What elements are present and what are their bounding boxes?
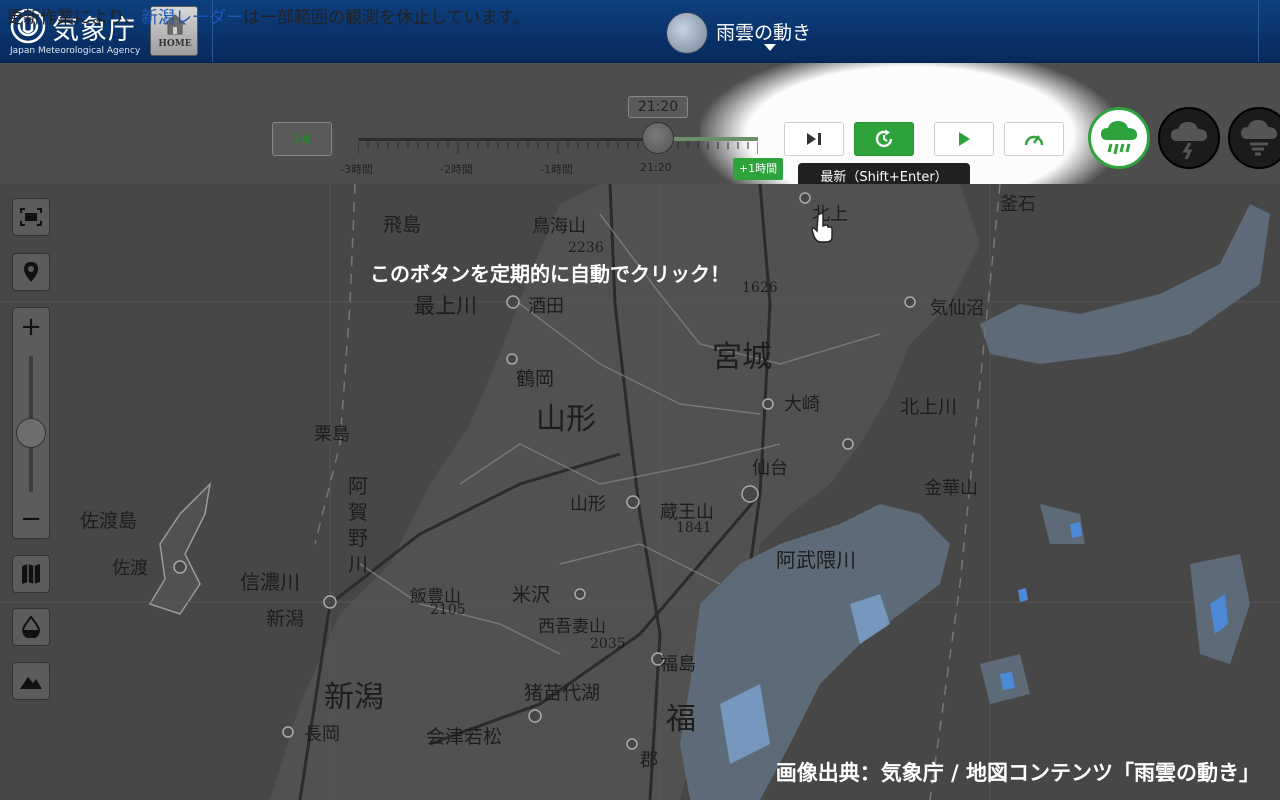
map-label: 山形	[570, 494, 606, 515]
page-title[interactable]: 雨雲の動き	[716, 18, 811, 45]
current-time-badge: 21:20	[628, 96, 688, 118]
tornado-mode-button[interactable]	[1228, 107, 1280, 169]
map-label: 猪苗代湖	[524, 682, 601, 704]
rain-cloud-icon	[1101, 121, 1137, 155]
map-label: 佐渡島	[80, 510, 138, 532]
skip-back-icon	[295, 133, 309, 145]
pointing-hand-icon	[811, 212, 833, 243]
map-label: 山形	[536, 402, 596, 437]
map-label: 阿武隈川	[776, 548, 856, 572]
tornado-cloud-icon	[1241, 120, 1277, 156]
water-layer-button[interactable]	[12, 608, 50, 646]
terrain-layer-button[interactable]	[12, 662, 50, 700]
fullscreen-button[interactable]	[12, 198, 50, 236]
map-label: 北上川	[900, 396, 958, 418]
rewind-to-start-button[interactable]	[272, 122, 332, 156]
map-label: 栗島	[314, 424, 350, 445]
image-credit: 画像出典：気象庁 / 地図コンテンツ「雨雲の動き」	[775, 760, 1260, 785]
rain-cloud-mode-button[interactable]	[1088, 107, 1150, 169]
fullscreen-icon	[20, 208, 42, 226]
niigata-radar-link[interactable]: 新潟レーダー	[141, 8, 243, 28]
map-label: 会津若松	[426, 726, 503, 748]
map-label: 宮城	[712, 340, 772, 375]
tick-label: -1時間	[540, 163, 573, 176]
location-pin-icon	[24, 262, 38, 282]
play-button[interactable]	[934, 122, 994, 156]
time-slider-ticks	[358, 142, 758, 154]
logo-subtitle: Japan Meteorological Agency	[10, 46, 141, 56]
map-label: 大崎	[784, 394, 820, 415]
map-label: 1626	[742, 280, 778, 296]
map-label: 2236	[568, 240, 604, 256]
latest-button[interactable]	[854, 122, 914, 156]
tick-label: -3時間	[340, 163, 373, 176]
notice-before: 更新作業により、	[6, 8, 141, 28]
thunder-cloud-icon	[1171, 122, 1207, 160]
map-label: 鶴岡	[516, 368, 555, 390]
speed-button[interactable]	[1004, 122, 1064, 156]
speedometer-icon	[1024, 135, 1044, 146]
map-label: 新潟	[324, 680, 384, 715]
map-label: 西吾妻山	[538, 617, 606, 637]
skip-forward-button[interactable]	[784, 122, 844, 156]
thunder-mode-button[interactable]	[1158, 107, 1220, 169]
notice-after: は一部範囲の観測を休止しています。	[242, 8, 530, 28]
forecast-plus-one-hour[interactable]: +1時間	[733, 158, 783, 180]
play-icon	[959, 132, 970, 146]
map-icon	[22, 564, 40, 584]
zoom-slider-thumb[interactable]	[16, 418, 46, 448]
map-type-button[interactable]	[12, 555, 50, 593]
notice-text: 更新作業により、新潟レーダーは一部範囲の観測を休止しています。	[6, 3, 530, 28]
tick-label: 21:20	[640, 161, 672, 174]
map-label: 1841	[676, 520, 712, 536]
chevron-down-icon[interactable]	[764, 44, 776, 51]
zoom-control: + −	[12, 307, 50, 539]
home-label: HOME	[158, 39, 192, 49]
skip-forward-icon	[807, 133, 821, 145]
zoom-out-button[interactable]: −	[13, 502, 49, 540]
water-drop-icon	[21, 616, 41, 638]
annotation-text: このボタンを定期的に自動でクリック！	[370, 262, 730, 286]
map-label: 新潟	[266, 608, 305, 630]
map-label: 阿	[348, 474, 368, 498]
map-label: 佐渡	[112, 558, 148, 579]
time-slider-thumb[interactable]	[642, 122, 674, 154]
zoom-in-button[interactable]: +	[13, 308, 49, 346]
map-label: 2105	[430, 602, 466, 618]
map-label: 2035	[590, 636, 626, 652]
tick-label: -2時間	[440, 163, 473, 176]
map-label: 賀	[348, 500, 368, 524]
current-location-button[interactable]	[12, 253, 50, 291]
map-label: 福島	[660, 654, 696, 675]
map-label: 米沢	[512, 584, 551, 606]
rain-cloud-title-icon[interactable]	[666, 12, 708, 54]
mountain-icon	[20, 677, 42, 689]
map-label: 野	[348, 526, 368, 550]
map-label: 釜石	[1000, 194, 1036, 215]
map-label: 仙台	[752, 458, 788, 479]
map-label: 酒田	[528, 296, 564, 317]
map-label: 福	[666, 702, 696, 737]
map-label: 長岡	[304, 724, 340, 745]
header-divider	[1258, 0, 1259, 62]
map-label: 飛島	[383, 214, 422, 236]
map-label: 鳥海山	[532, 216, 586, 237]
map-label: 金華山	[924, 478, 978, 499]
map-label: 最上川	[414, 294, 477, 318]
map-label: 気仙沼	[930, 298, 984, 319]
map-label: 信濃川	[240, 570, 300, 594]
map-label: 川	[348, 552, 368, 576]
map-label: 郡	[640, 750, 658, 771]
refresh-clock-icon	[875, 129, 893, 148]
